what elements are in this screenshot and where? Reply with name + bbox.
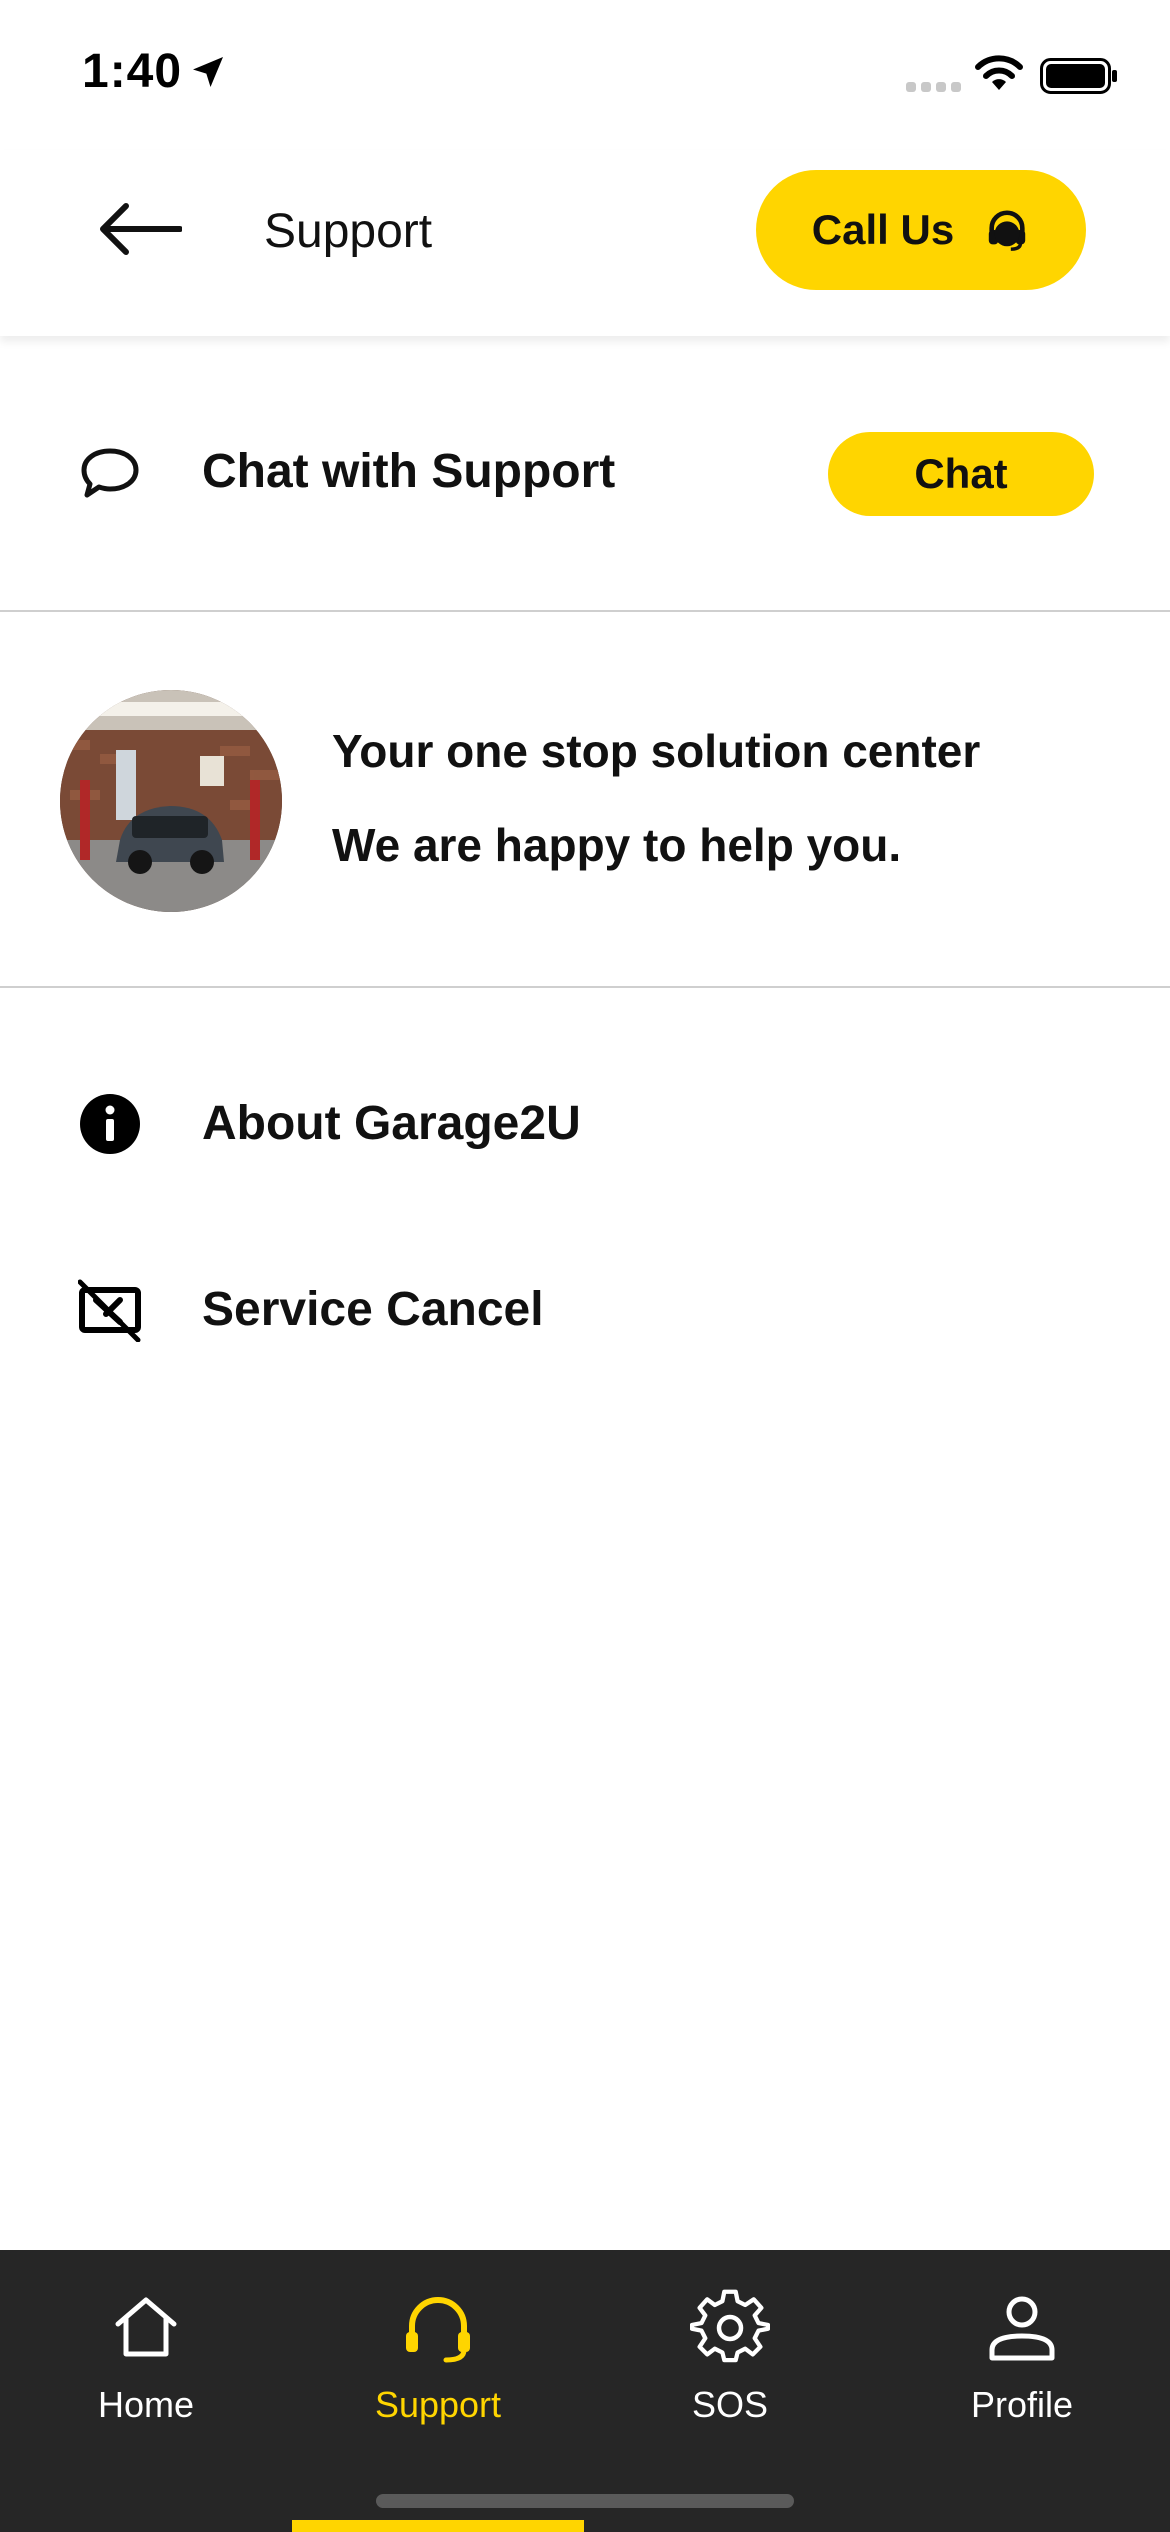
status-time: 1:40 <box>82 45 183 98</box>
nav-item-profile[interactable]: Profile <box>876 2250 1168 2480</box>
menu-item-service-cancel[interactable]: Service Cancel <box>0 1236 1170 1386</box>
cancel-icon <box>78 1279 141 1342</box>
nav-item-sos[interactable]: SOS <box>584 2250 876 2480</box>
headset-icon <box>406 2297 470 2363</box>
back-arrow-icon <box>100 203 182 255</box>
location-arrow-icon <box>193 57 223 87</box>
status-bar: 1:40 <box>0 0 1170 150</box>
active-tab-indicator <box>292 2520 584 2532</box>
page-title: Support <box>264 205 433 258</box>
back-button[interactable] <box>92 194 188 264</box>
menu-item-about-label: About Garage2U <box>202 1097 581 1150</box>
nav-label-home: Home <box>97 2384 195 2425</box>
user-icon <box>989 2296 1055 2361</box>
nav-item-home[interactable]: Home <box>0 2250 292 2480</box>
chat-bubble-icon <box>81 448 139 498</box>
call-us-button[interactable]: Call Us <box>756 170 1086 290</box>
chat-support-row: Chat with Support Chat <box>0 336 1170 612</box>
garage-image <box>60 690 282 912</box>
chat-button-label: Chat <box>914 450 1008 497</box>
menu-item-about[interactable]: About Garage2U <box>0 1050 1170 1200</box>
nav-label-profile: Profile <box>970 2384 1074 2425</box>
home-icon <box>115 2297 177 2357</box>
info-icon <box>80 1094 140 1154</box>
nav-item-support[interactable]: Support <box>292 2250 584 2480</box>
home-indicator <box>376 2494 794 2508</box>
battery-icon <box>1040 58 1117 94</box>
chat-support-title: Chat with Support <box>202 445 616 498</box>
support-banner: Your one stop solution center We are hap… <box>0 614 1170 988</box>
banner-subline: We are happy to help you. <box>332 819 902 871</box>
menu-item-service-cancel-label: Service Cancel <box>202 1283 544 1336</box>
header: Support Call Us <box>0 150 1170 336</box>
bottom-nav: Home Support SOS Profile <box>0 2250 1170 2532</box>
nav-label-sos: SOS <box>691 2384 769 2425</box>
wifi-icon <box>975 55 1023 90</box>
chat-button[interactable]: Chat <box>828 432 1094 516</box>
signal-icon <box>906 82 961 92</box>
headset-icon <box>988 210 1026 251</box>
banner-headline: Your one stop solution center <box>332 725 981 777</box>
nav-label-support: Support <box>374 2384 502 2425</box>
gear-icon <box>690 2289 770 2363</box>
call-us-label: Call Us <box>811 206 955 253</box>
